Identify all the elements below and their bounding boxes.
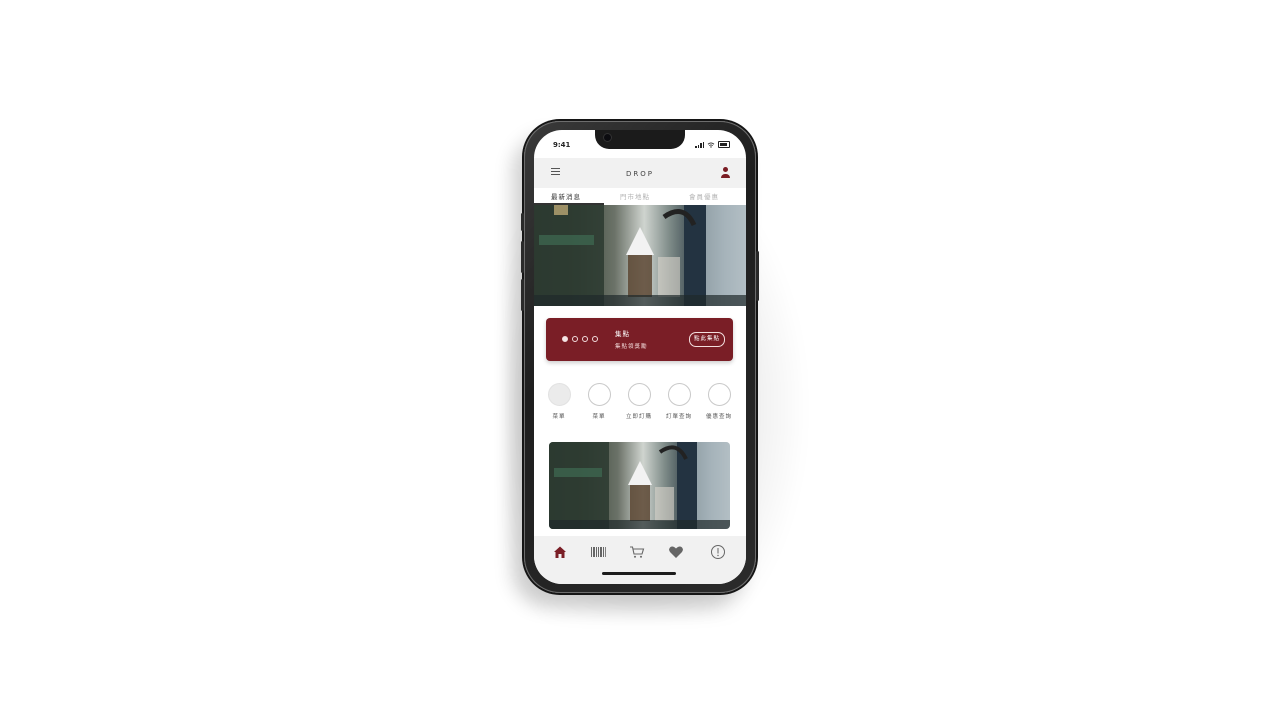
bottom-nav: [534, 536, 746, 584]
shortcut-label: 立即訂購: [625, 414, 652, 420]
shortcut-offer-lookup[interactable]: 優惠查詢: [704, 383, 734, 420]
app-screen: 9:41 DROP 最新消息 門市地點 會員優惠 集點 集點領獎勵 點此集點 菜…: [534, 130, 746, 584]
coffee-photo: [534, 205, 746, 306]
stamp-dot-empty: [582, 336, 588, 342]
shortcut-menu-2[interactable]: 菜單: [584, 383, 614, 420]
home-indicator: [602, 572, 676, 575]
app-header: DROP: [534, 158, 746, 188]
shortcut-icon: [667, 383, 691, 406]
stamp-title: 集點: [615, 330, 630, 338]
brand-title: DROP: [626, 170, 654, 178]
user-icon[interactable]: [721, 167, 730, 179]
shortcut-row: 菜單 菜單 立即訂購 訂單查詢 優惠查詢: [534, 383, 746, 423]
heart-icon[interactable]: [668, 544, 684, 560]
notch: [595, 130, 685, 149]
power-button: [756, 251, 759, 301]
stamp-subtitle: 集點領獎勵: [615, 344, 648, 350]
shortcut-label: 優惠查詢: [705, 414, 732, 420]
stamp-progress: [562, 336, 598, 342]
shortcut-menu[interactable]: 菜單: [544, 383, 574, 420]
shortcut-icon: [707, 383, 731, 406]
signal-icon: [695, 141, 704, 148]
wifi-icon: [707, 141, 715, 148]
camera-icon: [603, 133, 612, 142]
status-icons: [695, 141, 730, 148]
hero-banner-image[interactable]: [534, 205, 746, 306]
battery-icon: [718, 141, 730, 148]
tab-bar: 最新消息 門市地點 會員優惠: [534, 188, 746, 205]
volume-down-button: [521, 279, 524, 311]
shortcut-order-now[interactable]: 立即訂購: [624, 383, 654, 420]
shortcut-order-lookup[interactable]: 訂單查詢: [664, 383, 694, 420]
mute-switch: [521, 213, 524, 231]
cart-icon[interactable]: [629, 544, 645, 560]
shortcut-icon: [587, 383, 611, 406]
stamp-dot-filled: [562, 336, 568, 342]
shortcut-icon: [627, 383, 651, 406]
stamp-dot-empty: [592, 336, 598, 342]
tab-member-offers[interactable]: 會員優惠: [689, 191, 719, 201]
stamp-card[interactable]: 集點 集點領獎勵 點此集點: [546, 318, 733, 361]
info-icon[interactable]: [710, 544, 726, 560]
stamp-dot-empty: [572, 336, 578, 342]
coffee-photo: [549, 442, 730, 529]
shortcut-label: 菜單: [592, 414, 606, 420]
shortcut-icon: [547, 383, 571, 406]
promo-banner-image[interactable]: [549, 442, 730, 529]
tab-news[interactable]: 最新消息: [551, 191, 581, 201]
home-icon[interactable]: [552, 544, 568, 560]
tab-stores[interactable]: 門市地點: [620, 191, 650, 201]
collect-stamp-button[interactable]: 點此集點: [688, 332, 725, 347]
barcode-icon[interactable]: [590, 544, 606, 560]
shortcut-label: 訂單查詢: [665, 414, 692, 420]
shortcut-label: 菜單: [552, 414, 566, 420]
volume-up-button: [521, 241, 524, 273]
phone-frame: 9:41 DROP 最新消息 門市地點 會員優惠 集點 集點領獎勵 點此集點 菜…: [521, 121, 759, 593]
status-time: 9:41: [553, 141, 571, 149]
